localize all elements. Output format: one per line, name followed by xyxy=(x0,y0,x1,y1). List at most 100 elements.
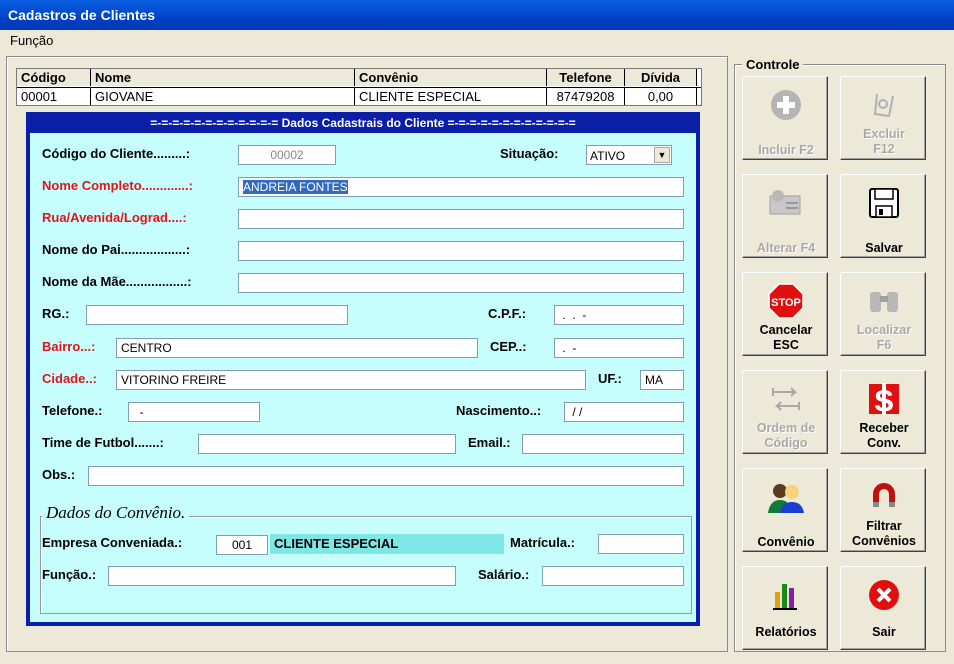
cep-label: CEP..: xyxy=(490,339,527,354)
bar-chart-icon xyxy=(764,575,808,615)
incluir-label: Incluir F2 xyxy=(758,143,814,157)
salario-field[interactable] xyxy=(542,566,684,586)
salvar-label: Salvar xyxy=(865,241,903,255)
alterar-label: Alterar F4 xyxy=(756,241,816,255)
relatorios-label: Relatórios xyxy=(755,625,817,639)
alterar-button[interactable]: Alterar F4 xyxy=(742,174,828,258)
sort-arrows-icon xyxy=(764,379,808,419)
time-label: Time de Futbol.......: xyxy=(42,435,164,450)
mae-label: Nome da Mãe.................: xyxy=(42,274,192,289)
situacao-label: Situação: xyxy=(500,146,559,161)
window-title: Cadastros de Clientes xyxy=(0,0,954,30)
client-form-panel: =-=-=-=-=-=-=-=-=-=-=-= Dados Cadastrais… xyxy=(26,112,700,626)
funcao-label: Função.: xyxy=(42,567,97,582)
convenio-groupbox xyxy=(40,516,692,614)
form-body: Código do Cliente.........: 00002 Situaç… xyxy=(30,133,696,622)
codigo-field[interactable]: 00002 xyxy=(238,145,336,165)
empresa-name: CLIENTE ESPECIAL xyxy=(270,534,504,554)
col-telefone[interactable]: Telefone xyxy=(547,69,625,86)
empresa-code-field[interactable]: 001 xyxy=(216,535,268,555)
situacao-value: ATIVO xyxy=(590,149,626,163)
mae-field[interactable] xyxy=(238,273,684,293)
sair-button[interactable]: Sair xyxy=(840,566,926,650)
relatorios-button[interactable]: Relatórios xyxy=(742,566,828,650)
cell-nome: GIOVANE xyxy=(91,88,355,105)
nascimento-field[interactable]: / / xyxy=(564,402,684,422)
plus-icon xyxy=(764,85,808,125)
bairro-label: Bairro...: xyxy=(42,339,96,354)
uf-label: UF.: xyxy=(598,371,622,386)
rua-label: Rua/Avenida/Lograd....: xyxy=(42,210,187,225)
cell-telefone: 87479208 xyxy=(547,88,625,105)
nome-field[interactable]: ANDREIA FONTES xyxy=(238,177,684,197)
obs-field[interactable] xyxy=(88,466,684,486)
form-title: =-=-=-=-=-=-=-=-=-=-=-= Dados Cadastrais… xyxy=(150,116,576,130)
telefone-field[interactable]: - xyxy=(128,402,260,422)
cep-field[interactable]: . - xyxy=(554,338,684,358)
cell-convenio: CLIENTE ESPECIAL xyxy=(355,88,547,105)
svg-text:STOP: STOP xyxy=(771,297,801,309)
pai-label: Nome do Pai..................: xyxy=(42,242,191,257)
trash-icon xyxy=(862,85,906,125)
cell-divida: 0,00 xyxy=(625,88,697,105)
col-convenio[interactable]: Convênio xyxy=(355,69,547,86)
convenio-label: Convênio xyxy=(757,535,815,549)
menu-funcao[interactable]: Função xyxy=(10,33,53,48)
convenio-button[interactable]: Convênio xyxy=(742,468,828,552)
rg-field[interactable] xyxy=(86,305,348,325)
col-divida[interactable]: Dívida xyxy=(625,69,697,86)
controle-title: Controle xyxy=(742,57,804,72)
matricula-label: Matrícula.: xyxy=(510,535,576,550)
nome-value: ANDREIA FONTES xyxy=(243,180,348,194)
cpf-field[interactable]: . . - xyxy=(554,305,684,325)
pai-field[interactable] xyxy=(238,241,684,261)
col-codigo[interactable]: Código xyxy=(17,69,91,86)
localizar-label: Localizar F6 xyxy=(856,323,912,352)
stop-sign-icon: STOP xyxy=(764,281,808,321)
empresa-label: Empresa Conveniada.: xyxy=(42,535,183,550)
situacao-select[interactable]: ATIVO ▼ xyxy=(586,145,672,165)
excluir-label: Excluir F12 xyxy=(863,127,905,156)
nome-label: Nome Completo.............: xyxy=(42,178,193,193)
cidade-field[interactable]: VITORINO FREIRE xyxy=(116,370,586,390)
magnet-icon xyxy=(862,477,906,517)
email-field[interactable] xyxy=(522,434,684,454)
ordem-button[interactable]: Ordem de Código xyxy=(742,370,828,454)
edit-record-icon xyxy=(764,183,808,223)
ordem-label: Ordem de Código xyxy=(756,421,816,450)
sair-label: Sair xyxy=(872,625,896,639)
funcao-field[interactable] xyxy=(108,566,456,586)
localizar-button[interactable]: Localizar F6 xyxy=(840,272,926,356)
dollar-sign-icon: S xyxy=(862,379,906,419)
telefone-label: Telefone.: xyxy=(42,403,103,418)
matricula-field[interactable] xyxy=(598,534,684,554)
receber-label: Receber Conv. xyxy=(859,421,909,450)
grid-header: Código Nome Convênio Telefone Dívida xyxy=(17,69,701,86)
uf-field[interactable]: MA xyxy=(640,370,684,390)
col-nome[interactable]: Nome xyxy=(91,69,355,86)
time-field[interactable] xyxy=(198,434,456,454)
binoculars-icon xyxy=(862,281,906,321)
rua-field[interactable] xyxy=(238,209,684,229)
salvar-button[interactable]: Salvar xyxy=(840,174,926,258)
salario-label: Salário.: xyxy=(478,567,530,582)
filtrar-button[interactable]: Filtrar Convênios xyxy=(840,468,926,552)
clients-grid[interactable]: Código Nome Convênio Telefone Dívida 000… xyxy=(16,68,702,106)
rg-label: RG.: xyxy=(42,306,70,321)
cidade-label: Cidade..: xyxy=(42,371,97,386)
menu-bar: Função xyxy=(0,30,954,52)
excluir-button[interactable]: Excluir F12 xyxy=(840,76,926,160)
chevron-down-icon[interactable]: ▼ xyxy=(654,147,670,163)
nascimento-label: Nascimento..: xyxy=(456,403,542,418)
people-icon xyxy=(764,477,808,517)
cancelar-button[interactable]: STOP Cancelar ESC xyxy=(742,272,828,356)
receber-button[interactable]: S Receber Conv. xyxy=(840,370,926,454)
email-label: Email.: xyxy=(468,435,511,450)
incluir-button[interactable]: Incluir F2 xyxy=(742,76,828,160)
filtrar-label: Filtrar Convênios xyxy=(852,519,916,548)
obs-label: Obs.: xyxy=(42,467,76,482)
bairro-field[interactable]: CENTRO xyxy=(116,338,478,358)
cell-codigo: 00001 xyxy=(17,88,91,105)
close-icon xyxy=(862,575,906,615)
table-row[interactable]: 00001 GIOVANE CLIENTE ESPECIAL 87479208 … xyxy=(17,87,701,105)
